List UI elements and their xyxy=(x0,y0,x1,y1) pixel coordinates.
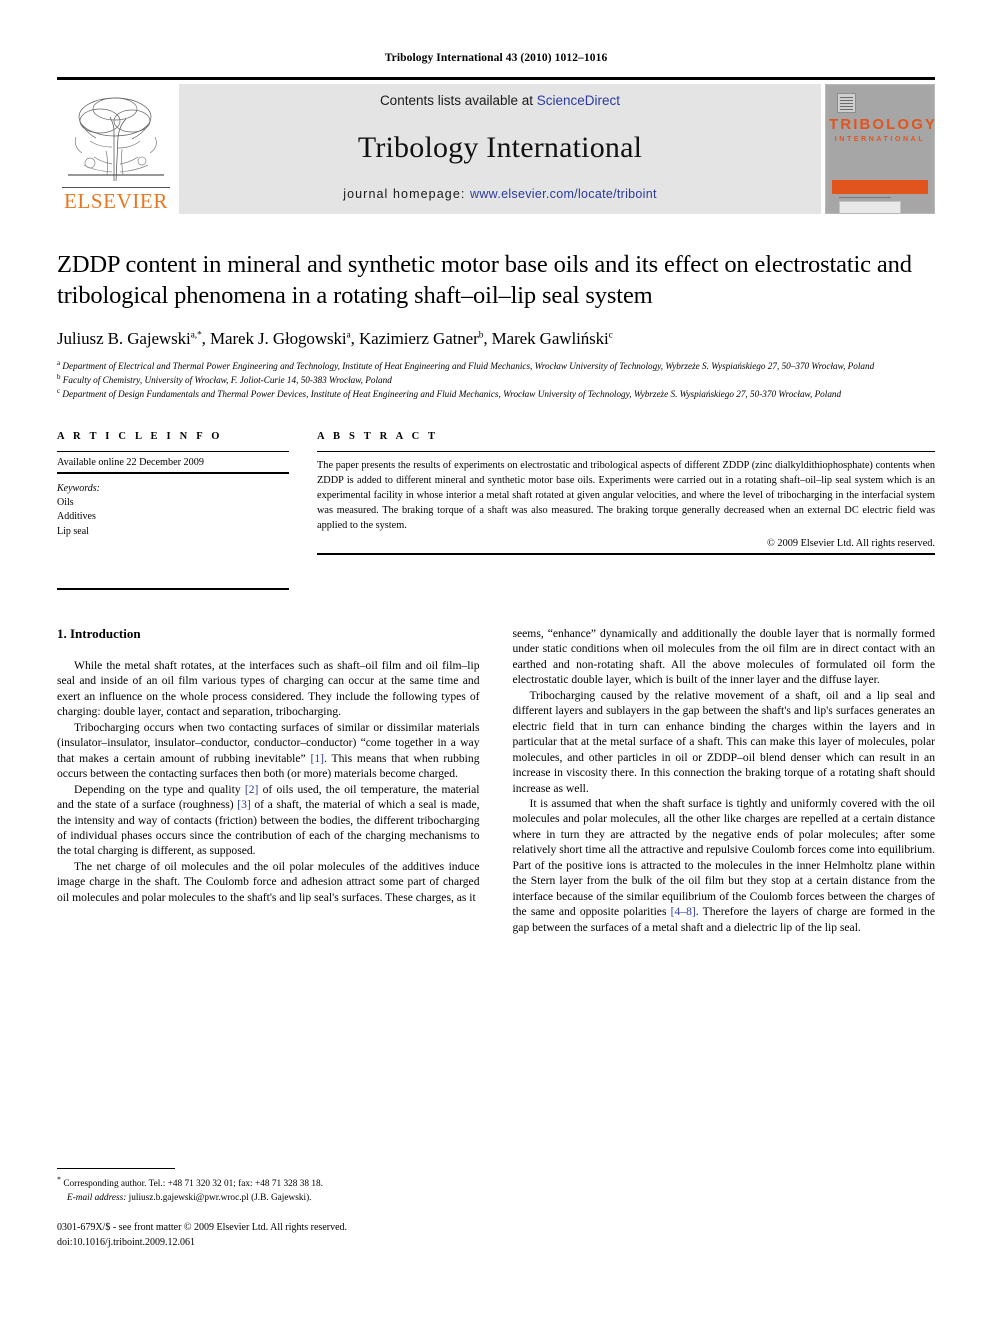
affiliation-text: Department of Design Fundamentals and Th… xyxy=(62,389,842,400)
corresponding-author-text: Corresponding author. Tel.: +48 71 320 3… xyxy=(63,1179,323,1190)
running-head: Tribology International 43 (2010) 1012–1… xyxy=(384,52,608,64)
cover-footer-logo xyxy=(839,201,901,213)
paragraph: It is assumed that when the shaft surfac… xyxy=(512,797,936,934)
keywords-heading: Keywords: xyxy=(57,483,100,495)
affiliation-text: Department of Electrical and Thermal Pow… xyxy=(62,360,875,371)
elsevier-logo: ELSEVIER xyxy=(57,84,175,214)
paper-page: Tribology International 43 (2010) 1012–1… xyxy=(0,0,992,1323)
body-columns: 1. Introduction While the metal shaft ro… xyxy=(57,626,935,935)
email-address[interactable]: juliusz.b.gajewski@pwr.wroc.pl (J.B. Gaj… xyxy=(129,1193,312,1203)
paragraph: Depending on the type and quality [2] of… xyxy=(57,782,480,858)
journal-cover-thumbnail[interactable]: TRIBOLOGY INTERNATIONAL xyxy=(825,84,935,214)
email-label: E-mail address: xyxy=(67,1192,127,1203)
corresponding-author-note: * Corresponding author. Tel.: +48 71 320… xyxy=(57,1174,457,1192)
article-info-heading: A R T I C L E I N F O xyxy=(57,431,223,443)
elsevier-rule xyxy=(62,187,170,188)
title-block: ZDDP content in mineral and synthetic mo… xyxy=(57,249,935,401)
keywords-block: Keywords: Oils Additives Lip seal xyxy=(57,474,289,539)
contents-available-line: Contents lists available at ScienceDirec… xyxy=(380,93,620,108)
abstract-text: The paper presents the results of experi… xyxy=(317,460,935,531)
affiliation-text: Faculty of Chemistry, University of Wroc… xyxy=(62,374,392,385)
elsevier-wordmark: ELSEVIER xyxy=(64,189,168,213)
affiliation-mark: b xyxy=(57,372,61,381)
citation-link[interactable]: [1] xyxy=(310,752,324,765)
paragraph: While the metal shaft rotates, at the in… xyxy=(57,658,480,719)
affiliation-item: a Department of Electrical and Thermal P… xyxy=(57,359,935,373)
page-title: ZDDP content in mineral and synthetic mo… xyxy=(57,251,912,310)
affiliation-list: a Department of Electrical and Thermal P… xyxy=(57,359,935,401)
author-marks: b xyxy=(478,330,484,341)
cover-title: TRIBOLOGY xyxy=(829,116,935,133)
available-online: Available online 22 December 2009 xyxy=(57,457,204,469)
keyword-item: Oils xyxy=(57,497,74,509)
elsevier-tree-icon xyxy=(60,91,172,187)
affiliation-item: c Department of Design Fundamentals and … xyxy=(57,387,935,401)
citation-link[interactable]: [2] xyxy=(245,783,259,796)
cover-photo-icon xyxy=(837,93,856,113)
footnote-region: * Corresponding author. Tel.: +48 71 320… xyxy=(57,1168,457,1250)
journal-masthead: ELSEVIER Contents lists available at Sci… xyxy=(57,77,935,214)
author-name: Marek J. Głogowski xyxy=(209,328,347,348)
affiliation-item: b Faculty of Chemistry, University of Wr… xyxy=(57,373,935,387)
author-marks: a xyxy=(346,330,351,341)
abstract-column: A B S T R A C T The paper presents the r… xyxy=(317,431,935,590)
citation-link[interactable]: [3] xyxy=(237,798,251,811)
section-title-introduction: 1. Introduction xyxy=(57,625,141,641)
keyword-item: Additives xyxy=(57,511,96,523)
paragraph: The net charge of oil molecules and the … xyxy=(57,859,480,904)
left-column: 1. Introduction While the metal shaft ro… xyxy=(57,626,480,935)
doi-line[interactable]: doi:10.1016/j.triboint.2009.12.061 xyxy=(57,1236,457,1251)
journal-band: Contents lists available at ScienceDirec… xyxy=(179,84,821,214)
journal-homepage-link[interactable]: www.elsevier.com/locate/triboint xyxy=(470,187,657,201)
info-abstract-region: A R T I C L E I N F O Available online 2… xyxy=(57,431,935,590)
issn-line: 0301-679X/$ - see front matter © 2009 El… xyxy=(57,1222,348,1234)
issn-copyright-block: 0301-679X/$ - see front matter © 2009 El… xyxy=(57,1221,457,1250)
author-name: Juliusz B. Gajewski xyxy=(57,328,191,348)
email-note: E-mail address: juliusz.b.gajewski@pwr.w… xyxy=(57,1192,457,1205)
author-name: Marek Gawliński xyxy=(491,328,609,348)
contents-prefix: Contents lists available at xyxy=(379,93,537,108)
keyword-item: Lip seal xyxy=(57,525,89,537)
right-column: seems, “enhance” dynamically and additio… xyxy=(513,626,936,935)
paragraph: Tribocharging occurs when two contacting… xyxy=(57,720,480,781)
cover-background: TRIBOLOGY INTERNATIONAL xyxy=(829,88,935,213)
paragraph: Tribocharging caused by the relative mov… xyxy=(512,688,936,795)
homepage-prefix: journal homepage: xyxy=(343,187,471,201)
cover-orange-band xyxy=(832,180,928,194)
author-marks: a,* xyxy=(190,330,202,341)
abstract-bottom-rule xyxy=(317,552,935,555)
article-info-bottom-rule xyxy=(57,587,289,590)
abstract-rights: © 2009 Elsevier Ltd. All rights reserved… xyxy=(767,537,935,549)
paragraph: seems, “enhance” dynamically and additio… xyxy=(512,626,936,687)
article-info-column: A R T I C L E I N F O Available online 2… xyxy=(57,431,289,590)
abstract-heading: A B S T R A C T xyxy=(317,431,439,443)
sciencedirect-link[interactable]: ScienceDirect xyxy=(537,93,620,108)
journal-title: Tribology International xyxy=(357,130,643,164)
author-name: Kazimierz Gatner xyxy=(358,328,479,348)
footnote-rule xyxy=(57,1168,175,1169)
cover-subtitle: INTERNATIONAL xyxy=(834,136,926,143)
cover-footer-rule xyxy=(839,197,891,198)
author-list: Juliusz B. Gajewskia,*, Marek J. Głogows… xyxy=(57,328,613,348)
journal-homepage-line: journal homepage: www.elsevier.com/locat… xyxy=(343,187,657,201)
citation-link[interactable]: [4–8] xyxy=(671,905,696,918)
asterisk-icon: * xyxy=(57,1175,61,1184)
affiliation-mark: a xyxy=(57,358,61,367)
affiliation-mark: c xyxy=(57,386,61,395)
author-marks: c xyxy=(608,330,613,341)
